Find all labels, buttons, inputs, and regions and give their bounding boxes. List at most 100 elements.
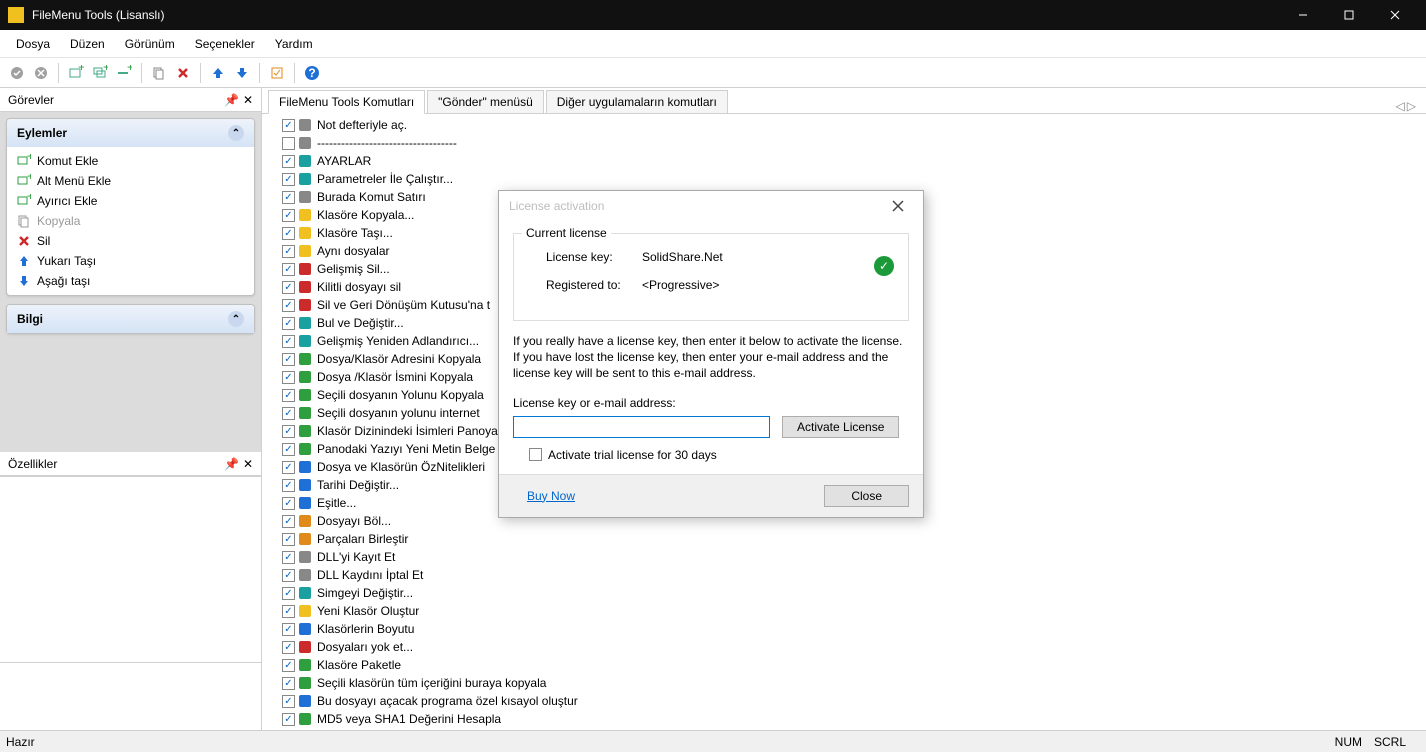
row-checkbox[interactable]: ✓	[282, 371, 295, 384]
menu-yardim[interactable]: Yardım	[265, 33, 323, 55]
add-command-icon[interactable]: +	[65, 62, 87, 84]
tree-row[interactable]: ✓Parametreler İle Çalıştır...	[266, 170, 1422, 188]
row-checkbox[interactable]	[282, 137, 295, 150]
row-checkbox[interactable]: ✓	[282, 119, 295, 132]
tree-row[interactable]: ✓ Seçili klasörün tüm içeriğini buraya ko…	[266, 674, 1422, 692]
options-icon[interactable]	[266, 62, 288, 84]
row-icon	[297, 639, 313, 655]
tree-row[interactable]: ✓Klasörlerin Boyutu	[266, 620, 1422, 638]
row-checkbox[interactable]: ✓	[282, 227, 295, 240]
task-item[interactable]: Yukarı Taşı	[13, 251, 248, 271]
license-input[interactable]	[513, 416, 770, 438]
apply-icon[interactable]	[6, 62, 28, 84]
actions-group-header[interactable]: Eylemler ⌃	[7, 119, 254, 147]
row-checkbox[interactable]: ✓	[282, 569, 295, 582]
tab-scroll-left-icon[interactable]: ◁	[1396, 99, 1405, 113]
row-checkbox[interactable]: ✓	[282, 191, 295, 204]
add-separator-icon[interactable]: +	[113, 62, 135, 84]
close-panel-icon[interactable]: ✕	[243, 457, 253, 471]
tree-row[interactable]: -----------------------------------	[266, 134, 1422, 152]
move-down-icon[interactable]	[231, 62, 253, 84]
task-label: Ayırıcı Ekle	[37, 194, 97, 208]
activate-button[interactable]: Activate License	[782, 416, 899, 438]
row-checkbox[interactable]: ✓	[282, 479, 295, 492]
tree-row[interactable]: ✓Parçaları Birleştir	[266, 530, 1422, 548]
menu-dosya[interactable]: Dosya	[6, 33, 60, 55]
row-label: Seçili klasörün tüm içeriğini buraya kop…	[315, 676, 546, 690]
tree-row[interactable]: ✓DLL'yi Kayıt Et	[266, 548, 1422, 566]
delete-icon[interactable]	[172, 62, 194, 84]
row-checkbox[interactable]: ✓	[282, 389, 295, 402]
row-checkbox[interactable]: ✓	[282, 281, 295, 294]
tree-row[interactable]: ✓AYARLAR	[266, 152, 1422, 170]
dialog-close-icon[interactable]	[883, 191, 913, 221]
cancel-icon[interactable]	[30, 62, 52, 84]
info-group-header[interactable]: Bilgi ⌃	[7, 305, 254, 333]
tree-row[interactable]: ✓Yeni Klasör Oluştur	[266, 602, 1422, 620]
row-checkbox[interactable]: ✓	[282, 245, 295, 258]
row-checkbox[interactable]: ✓	[282, 209, 295, 222]
row-checkbox[interactable]: ✓	[282, 695, 295, 708]
task-item[interactable]: Sil	[13, 231, 248, 251]
row-checkbox[interactable]: ✓	[282, 497, 295, 510]
row-checkbox[interactable]: ✓	[282, 335, 295, 348]
tree-row[interactable]: ✓Simgeyi Değiştir...	[266, 584, 1422, 602]
row-checkbox[interactable]: ✓	[282, 353, 295, 366]
row-checkbox[interactable]: ✓	[282, 623, 295, 636]
tree-row[interactable]: ✓Not defteriyle aç.	[266, 116, 1422, 134]
close-button[interactable]: Close	[824, 485, 909, 507]
row-checkbox[interactable]: ✓	[282, 515, 295, 528]
menu-secenekler[interactable]: Seçenekler	[185, 33, 265, 55]
buy-now-link[interactable]: Buy Now	[513, 489, 575, 503]
row-icon	[297, 135, 313, 151]
tree-row[interactable]: ✓DLL Kaydını İptal Et	[266, 566, 1422, 584]
row-checkbox[interactable]: ✓	[282, 533, 295, 546]
close-window-button[interactable]	[1372, 0, 1418, 30]
row-checkbox[interactable]: ✓	[282, 173, 295, 186]
row-checkbox[interactable]: ✓	[282, 587, 295, 600]
tree-row[interactable]: ✓Bu dosyayı açacak programa özel kısayol…	[266, 692, 1422, 710]
tab-scroll-right-icon[interactable]: ▷	[1407, 99, 1416, 113]
help-icon[interactable]: ?	[301, 62, 323, 84]
tab-sendto[interactable]: "Gönder" menüsü	[427, 90, 544, 113]
task-item[interactable]: +Komut Ekle	[13, 151, 248, 171]
pin-icon[interactable]: 📌	[224, 93, 239, 107]
tree-row[interactable]: ✓Dosyaları yok et...	[266, 638, 1422, 656]
task-item[interactable]: Aşağı taşı	[13, 271, 248, 291]
row-checkbox[interactable]: ✓	[282, 605, 295, 618]
row-checkbox[interactable]: ✓	[282, 659, 295, 672]
row-checkbox[interactable]: ✓	[282, 155, 295, 168]
tab-commands[interactable]: FileMenu Tools Komutları	[268, 90, 425, 114]
row-icon	[297, 387, 313, 403]
maximize-button[interactable]	[1326, 0, 1372, 30]
chevron-up-icon: ⌃	[228, 125, 244, 141]
row-checkbox[interactable]: ✓	[282, 317, 295, 330]
info-group-label: Bilgi	[17, 312, 43, 326]
current-license-fieldset: Current license ✓ License key: SolidShar…	[513, 233, 909, 321]
tree-row[interactable]: ✓MD5 veya SHA1 Değerini Hesapla	[266, 710, 1422, 728]
minimize-button[interactable]	[1280, 0, 1326, 30]
pin-icon[interactable]: 📌	[224, 457, 239, 471]
menu-duzen[interactable]: Düzen	[60, 33, 115, 55]
row-checkbox[interactable]: ✓	[282, 461, 295, 474]
task-item[interactable]: +Alt Menü Ekle	[13, 171, 248, 191]
tree-row[interactable]: ✓Klasöre Paketle	[266, 656, 1422, 674]
trial-checkbox[interactable]	[529, 448, 542, 461]
row-checkbox[interactable]: ✓	[282, 677, 295, 690]
menu-gorunum[interactable]: Görünüm	[115, 33, 185, 55]
row-checkbox[interactable]: ✓	[282, 263, 295, 276]
tasks-title: Görevler	[8, 93, 54, 107]
add-submenu-icon[interactable]: +	[89, 62, 111, 84]
close-panel-icon[interactable]: ✕	[243, 93, 253, 107]
tab-other-apps[interactable]: Diğer uygulamaların komutları	[546, 90, 728, 113]
row-checkbox[interactable]: ✓	[282, 551, 295, 564]
copy-icon[interactable]	[148, 62, 170, 84]
row-checkbox[interactable]: ✓	[282, 425, 295, 438]
row-checkbox[interactable]: ✓	[282, 299, 295, 312]
move-up-icon[interactable]	[207, 62, 229, 84]
row-checkbox[interactable]: ✓	[282, 443, 295, 456]
row-checkbox[interactable]: ✓	[282, 713, 295, 726]
row-checkbox[interactable]: ✓	[282, 641, 295, 654]
task-item[interactable]: +Ayırıcı Ekle	[13, 191, 248, 211]
row-checkbox[interactable]: ✓	[282, 407, 295, 420]
